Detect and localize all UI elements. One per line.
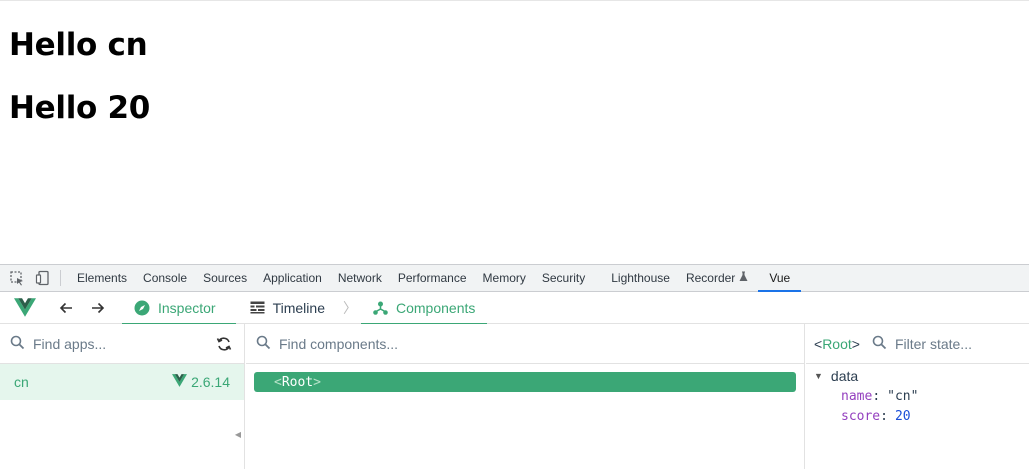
property-value[interactable]: "cn": [887, 389, 918, 404]
selected-component-tag: <Root>: [814, 336, 860, 352]
property-key: name: [841, 388, 873, 404]
selected-tag-close: >: [851, 335, 860, 352]
inspect-element-icon[interactable]: [4, 265, 30, 291]
tab-timeline[interactable]: Timeline: [238, 292, 337, 324]
tab-console[interactable]: Console: [135, 265, 195, 292]
state-section-data: ▼ data name: "cn" score: 20: [806, 364, 1029, 426]
tab-components-label: Components: [395, 299, 476, 316]
vue-logo-icon: [0, 292, 50, 324]
property-key: score: [841, 408, 881, 424]
selected-component-name: Root: [822, 335, 852, 352]
tab-application[interactable]: Application: [255, 265, 330, 292]
vue-devtools-toolbar: Inspector Timeline 〉 Components: [0, 292, 1029, 325]
app-version: 2.6.14: [191, 374, 230, 390]
tab-security[interactable]: Security: [534, 265, 603, 292]
search-icon: [10, 335, 25, 353]
apps-panel: cn 2.6.14 ◀: [0, 324, 245, 469]
filter-state-input[interactable]: [894, 335, 1005, 352]
expand-triangle-icon: ▼: [814, 371, 823, 381]
timeline-icon: [250, 301, 265, 314]
device-toolbar-icon[interactable]: [30, 265, 56, 291]
components-tree-icon: [373, 301, 388, 315]
find-apps-input[interactable]: [33, 335, 203, 352]
component-name: Root: [281, 374, 314, 390]
state-panel: <Root> ▼ data name: "cn" score: 20: [806, 324, 1029, 469]
tab-memory[interactable]: Memory: [475, 265, 534, 292]
property-value[interactable]: 20: [895, 409, 911, 424]
find-components-input[interactable]: [279, 335, 579, 352]
search-icon: [256, 335, 271, 353]
app-list-item[interactable]: cn 2.6.14: [0, 364, 244, 400]
components-panel: < Root >: [246, 324, 805, 469]
devtools-tab-bar: Elements Console Sources Application Net…: [0, 264, 1029, 292]
tab-vue[interactable]: Vue: [758, 265, 802, 292]
experiment-flask-icon: [739, 271, 748, 285]
tab-inspector[interactable]: Inspector: [122, 292, 236, 325]
collapse-panel-icon[interactable]: ◀: [235, 430, 241, 439]
tab-network[interactable]: Network: [330, 265, 390, 292]
state-panel-header: <Root>: [806, 324, 1029, 364]
tab-lighthouse[interactable]: Lighthouse: [603, 265, 678, 292]
state-property-row[interactable]: score: 20: [814, 406, 1029, 426]
greeting-heading: Hello cn: [9, 27, 148, 63]
vue-logo-small-icon: [172, 374, 188, 390]
tab-elements[interactable]: Elements: [69, 265, 135, 292]
forward-arrow-icon[interactable]: [82, 292, 114, 324]
property-colon: :: [880, 408, 888, 424]
app-version-badge: 2.6.14: [172, 374, 230, 390]
component-tree-root-node[interactable]: < Root >: [254, 372, 796, 392]
tab-performance[interactable]: Performance: [390, 265, 475, 292]
breadcrumb-chevron-icon: 〉: [342, 299, 357, 316]
app-name: cn: [14, 374, 29, 390]
tab-inspector-label: Inspector: [158, 299, 216, 316]
refresh-icon[interactable]: [216, 336, 232, 355]
toolbar-divider: [60, 270, 61, 286]
page-viewport: Hello cn Hello 20: [0, 0, 1029, 264]
tab-sources[interactable]: Sources: [195, 265, 255, 292]
search-icon: [872, 335, 887, 353]
tag-close-bracket: >: [313, 374, 321, 390]
tab-recorder[interactable]: Recorder: [678, 265, 756, 292]
apps-search-row: [0, 324, 244, 364]
selected-tag-open: <: [814, 335, 823, 352]
tab-components[interactable]: Components: [360, 292, 488, 325]
property-colon: :: [872, 388, 881, 404]
components-search-row: [246, 324, 804, 364]
back-arrow-icon[interactable]: [50, 292, 82, 324]
compass-icon: [134, 300, 150, 316]
state-property-row[interactable]: name: "cn": [814, 386, 1029, 406]
tag-open-bracket: <: [274, 374, 282, 390]
tab-recorder-label: Recorder: [685, 271, 736, 285]
state-section-toggle[interactable]: ▼ data: [814, 366, 1029, 386]
tab-timeline-label: Timeline: [272, 299, 325, 316]
score-heading: Hello 20: [9, 90, 151, 126]
state-section-title: data: [830, 368, 859, 384]
